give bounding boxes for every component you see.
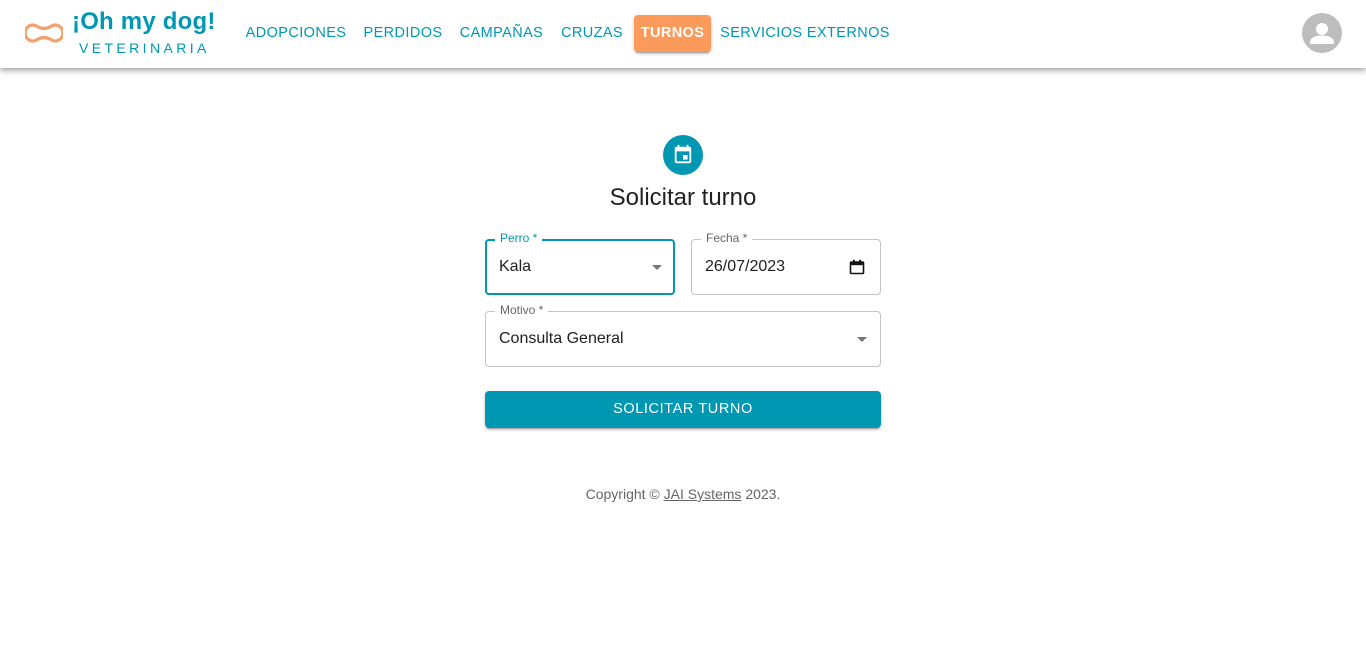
copyright-suffix: 2023.	[741, 486, 781, 502]
chevron-down-icon	[652, 265, 662, 270]
fecha-value: 26/07/2023	[705, 258, 786, 275]
solicitar-turno-button[interactable]: SOLICITAR TURNO	[485, 391, 881, 428]
nav-perdidos[interactable]: PERDIDOS	[357, 15, 449, 52]
copyright-prefix: Copyright ©	[585, 486, 664, 502]
company-link[interactable]: JAI Systems	[664, 486, 742, 502]
app-bar: ¡Oh my dog! VETERINARIA ADOPCIONES PERDI…	[0, 0, 1366, 68]
motivo-value: Consulta General	[499, 330, 624, 347]
nav-turnos[interactable]: TURNOS	[634, 15, 711, 52]
nav-campanas[interactable]: CAMPAÑAS	[453, 15, 550, 52]
bone-icon[interactable]	[25, 21, 63, 45]
brand-title[interactable]: ¡Oh my dog!	[72, 8, 216, 36]
calendar-icon	[674, 144, 692, 164]
avatar[interactable]	[1302, 13, 1342, 53]
perro-select[interactable]: Perro * Kala	[485, 231, 675, 295]
form-title: Solicitar turno	[609, 184, 757, 211]
nav-cruzas[interactable]: CRUZAS	[554, 15, 630, 52]
footer: Copyright © JAI Systems 2023.	[483, 486, 883, 502]
person-icon	[1310, 23, 1334, 44]
fecha-date-input[interactable]: Fecha * 26/07/2023	[691, 231, 881, 295]
motivo-select[interactable]: Motivo * Consulta General	[485, 303, 881, 367]
chevron-down-icon	[857, 337, 867, 342]
calendar-badge	[663, 135, 703, 175]
nav-servicios-externos[interactable]: SERVICIOS EXTERNOS	[715, 15, 895, 52]
brand-subtitle: VETERINARIA	[79, 40, 210, 56]
nav-adopciones[interactable]: ADOPCIONES	[239, 15, 353, 52]
perro-value: Kala	[499, 258, 532, 275]
calendar-picker-icon[interactable]	[849, 259, 865, 275]
